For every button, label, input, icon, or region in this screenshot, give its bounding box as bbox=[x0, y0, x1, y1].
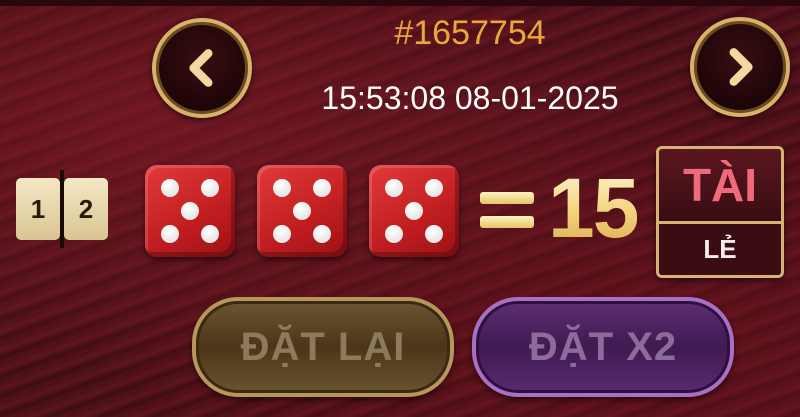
die-2 bbox=[257, 165, 347, 257]
reset-bet-button[interactable]: ĐẶT LẠI bbox=[192, 297, 454, 397]
dice-count-left: 1 bbox=[16, 178, 60, 240]
pip bbox=[181, 202, 199, 220]
dice-count-right: 2 bbox=[64, 178, 108, 240]
dice-total: 15 bbox=[548, 161, 639, 255]
pip bbox=[273, 179, 291, 197]
pip bbox=[313, 225, 331, 243]
pip bbox=[313, 179, 331, 197]
pip bbox=[385, 179, 403, 197]
pip bbox=[201, 225, 219, 243]
pip bbox=[405, 202, 423, 220]
pip bbox=[161, 225, 179, 243]
top-border bbox=[0, 0, 800, 6]
chevron-right-icon bbox=[729, 48, 753, 86]
pip bbox=[273, 225, 291, 243]
dice-count-indicator: 1 2 bbox=[16, 170, 108, 248]
pip bbox=[201, 179, 219, 197]
pip bbox=[425, 225, 443, 243]
session-id: #1657754 bbox=[394, 14, 546, 52]
pip bbox=[425, 179, 443, 197]
result-tai-xiu: TÀI bbox=[659, 149, 781, 224]
result-chan-le: LẺ bbox=[659, 224, 781, 275]
equals-sign bbox=[480, 178, 534, 242]
session-datetime: 15:53:08 08-01-2025 bbox=[321, 80, 619, 116]
next-button[interactable] bbox=[690, 17, 790, 117]
die-1 bbox=[145, 165, 235, 257]
pip bbox=[385, 225, 403, 243]
result-badge: TÀI LẺ bbox=[656, 146, 784, 278]
die-3 bbox=[369, 165, 459, 257]
pip bbox=[293, 202, 311, 220]
double-bet-button[interactable]: ĐẶT X2 bbox=[472, 297, 734, 397]
pip bbox=[161, 179, 179, 197]
